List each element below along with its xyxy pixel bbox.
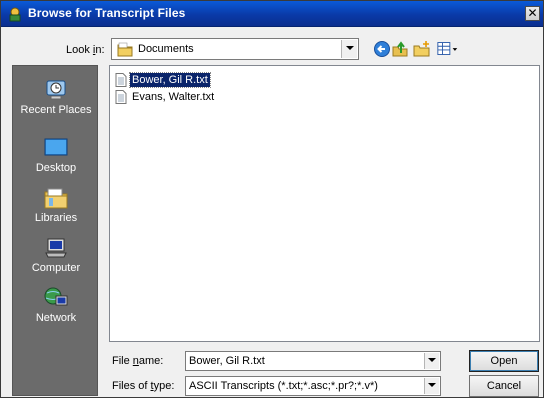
cancel-button[interactable]: Cancel — [469, 375, 539, 397]
place-label: Desktop — [35, 162, 77, 174]
place-computer[interactable]: Computer — [13, 236, 99, 274]
place-network[interactable]: Network — [13, 286, 99, 324]
app-icon — [9, 7, 21, 22]
text-file-icon — [115, 90, 127, 104]
close-icon: ✕ — [527, 6, 538, 20]
place-recent-places[interactable]: Recent Places — [13, 78, 99, 116]
file-name: Evans, Walter.txt — [132, 91, 215, 103]
new-folder-button[interactable] — [412, 39, 432, 59]
cancel-label: Cancel — [486, 380, 522, 392]
back-button[interactable] — [372, 39, 392, 59]
computer-icon — [45, 238, 67, 258]
chevron-down-icon — [428, 383, 436, 387]
folder-icon — [117, 42, 133, 57]
filename-value: Bower, Gil R.txt — [189, 355, 265, 367]
desktop-icon — [44, 138, 68, 156]
title-bar[interactable]: Browse for Transcript Files ✕ — [1, 1, 543, 27]
place-desktop[interactable]: Desktop — [13, 136, 99, 174]
back-icon — [374, 41, 390, 57]
lookin-value: Documents — [138, 43, 194, 55]
chevron-down-icon — [428, 358, 436, 362]
file-list[interactable]: Bower, Gil R.txt Evans, Walter.txt — [109, 65, 540, 342]
open-label: Open — [490, 355, 518, 367]
filename-combo[interactable]: Bower, Gil R.txt — [185, 351, 441, 371]
up-folder-button[interactable] — [390, 39, 410, 59]
place-label: Libraries — [34, 212, 78, 224]
filetype-value: ASCII Transcripts (*.txt;*.asc;*.pr?;*.v… — [189, 380, 378, 392]
place-libraries[interactable]: Libraries — [13, 186, 99, 224]
place-label: Recent Places — [20, 104, 92, 116]
up-folder-icon — [392, 41, 408, 57]
place-label: Computer — [31, 262, 81, 274]
lookin-dropdown-arrow[interactable] — [341, 40, 357, 58]
view-menu-icon — [437, 42, 458, 55]
network-icon — [44, 287, 68, 306]
view-menu-button[interactable] — [435, 39, 461, 59]
recent-places-icon — [46, 80, 66, 100]
filename-label: File name: — [112, 355, 164, 367]
chevron-down-icon — [345, 46, 354, 50]
filetype-combo[interactable]: ASCII Transcripts (*.txt;*.asc;*.pr?;*.v… — [185, 376, 441, 396]
filename-dropdown-arrow[interactable] — [424, 353, 439, 369]
new-folder-icon — [413, 41, 430, 57]
lookin-label: Look in: — [66, 44, 105, 56]
filetype-label: Files of type: — [112, 380, 175, 392]
place-label: Network — [35, 312, 77, 324]
libraries-icon — [44, 188, 68, 209]
text-file-icon — [115, 73, 127, 87]
browse-dialog: Browse for Transcript Files ✕ Look in: D… — [0, 0, 544, 398]
file-name: Bower, Gil R.txt — [129, 72, 211, 88]
filetype-dropdown-arrow[interactable] — [424, 378, 439, 394]
lookin-dropdown[interactable]: Documents — [111, 38, 359, 60]
places-bar: Recent Places Desktop Libraries Computer… — [12, 65, 98, 396]
close-button[interactable]: ✕ — [525, 6, 540, 21]
open-button[interactable]: Open — [469, 350, 539, 372]
window-title: Browse for Transcript Files — [28, 6, 186, 20]
